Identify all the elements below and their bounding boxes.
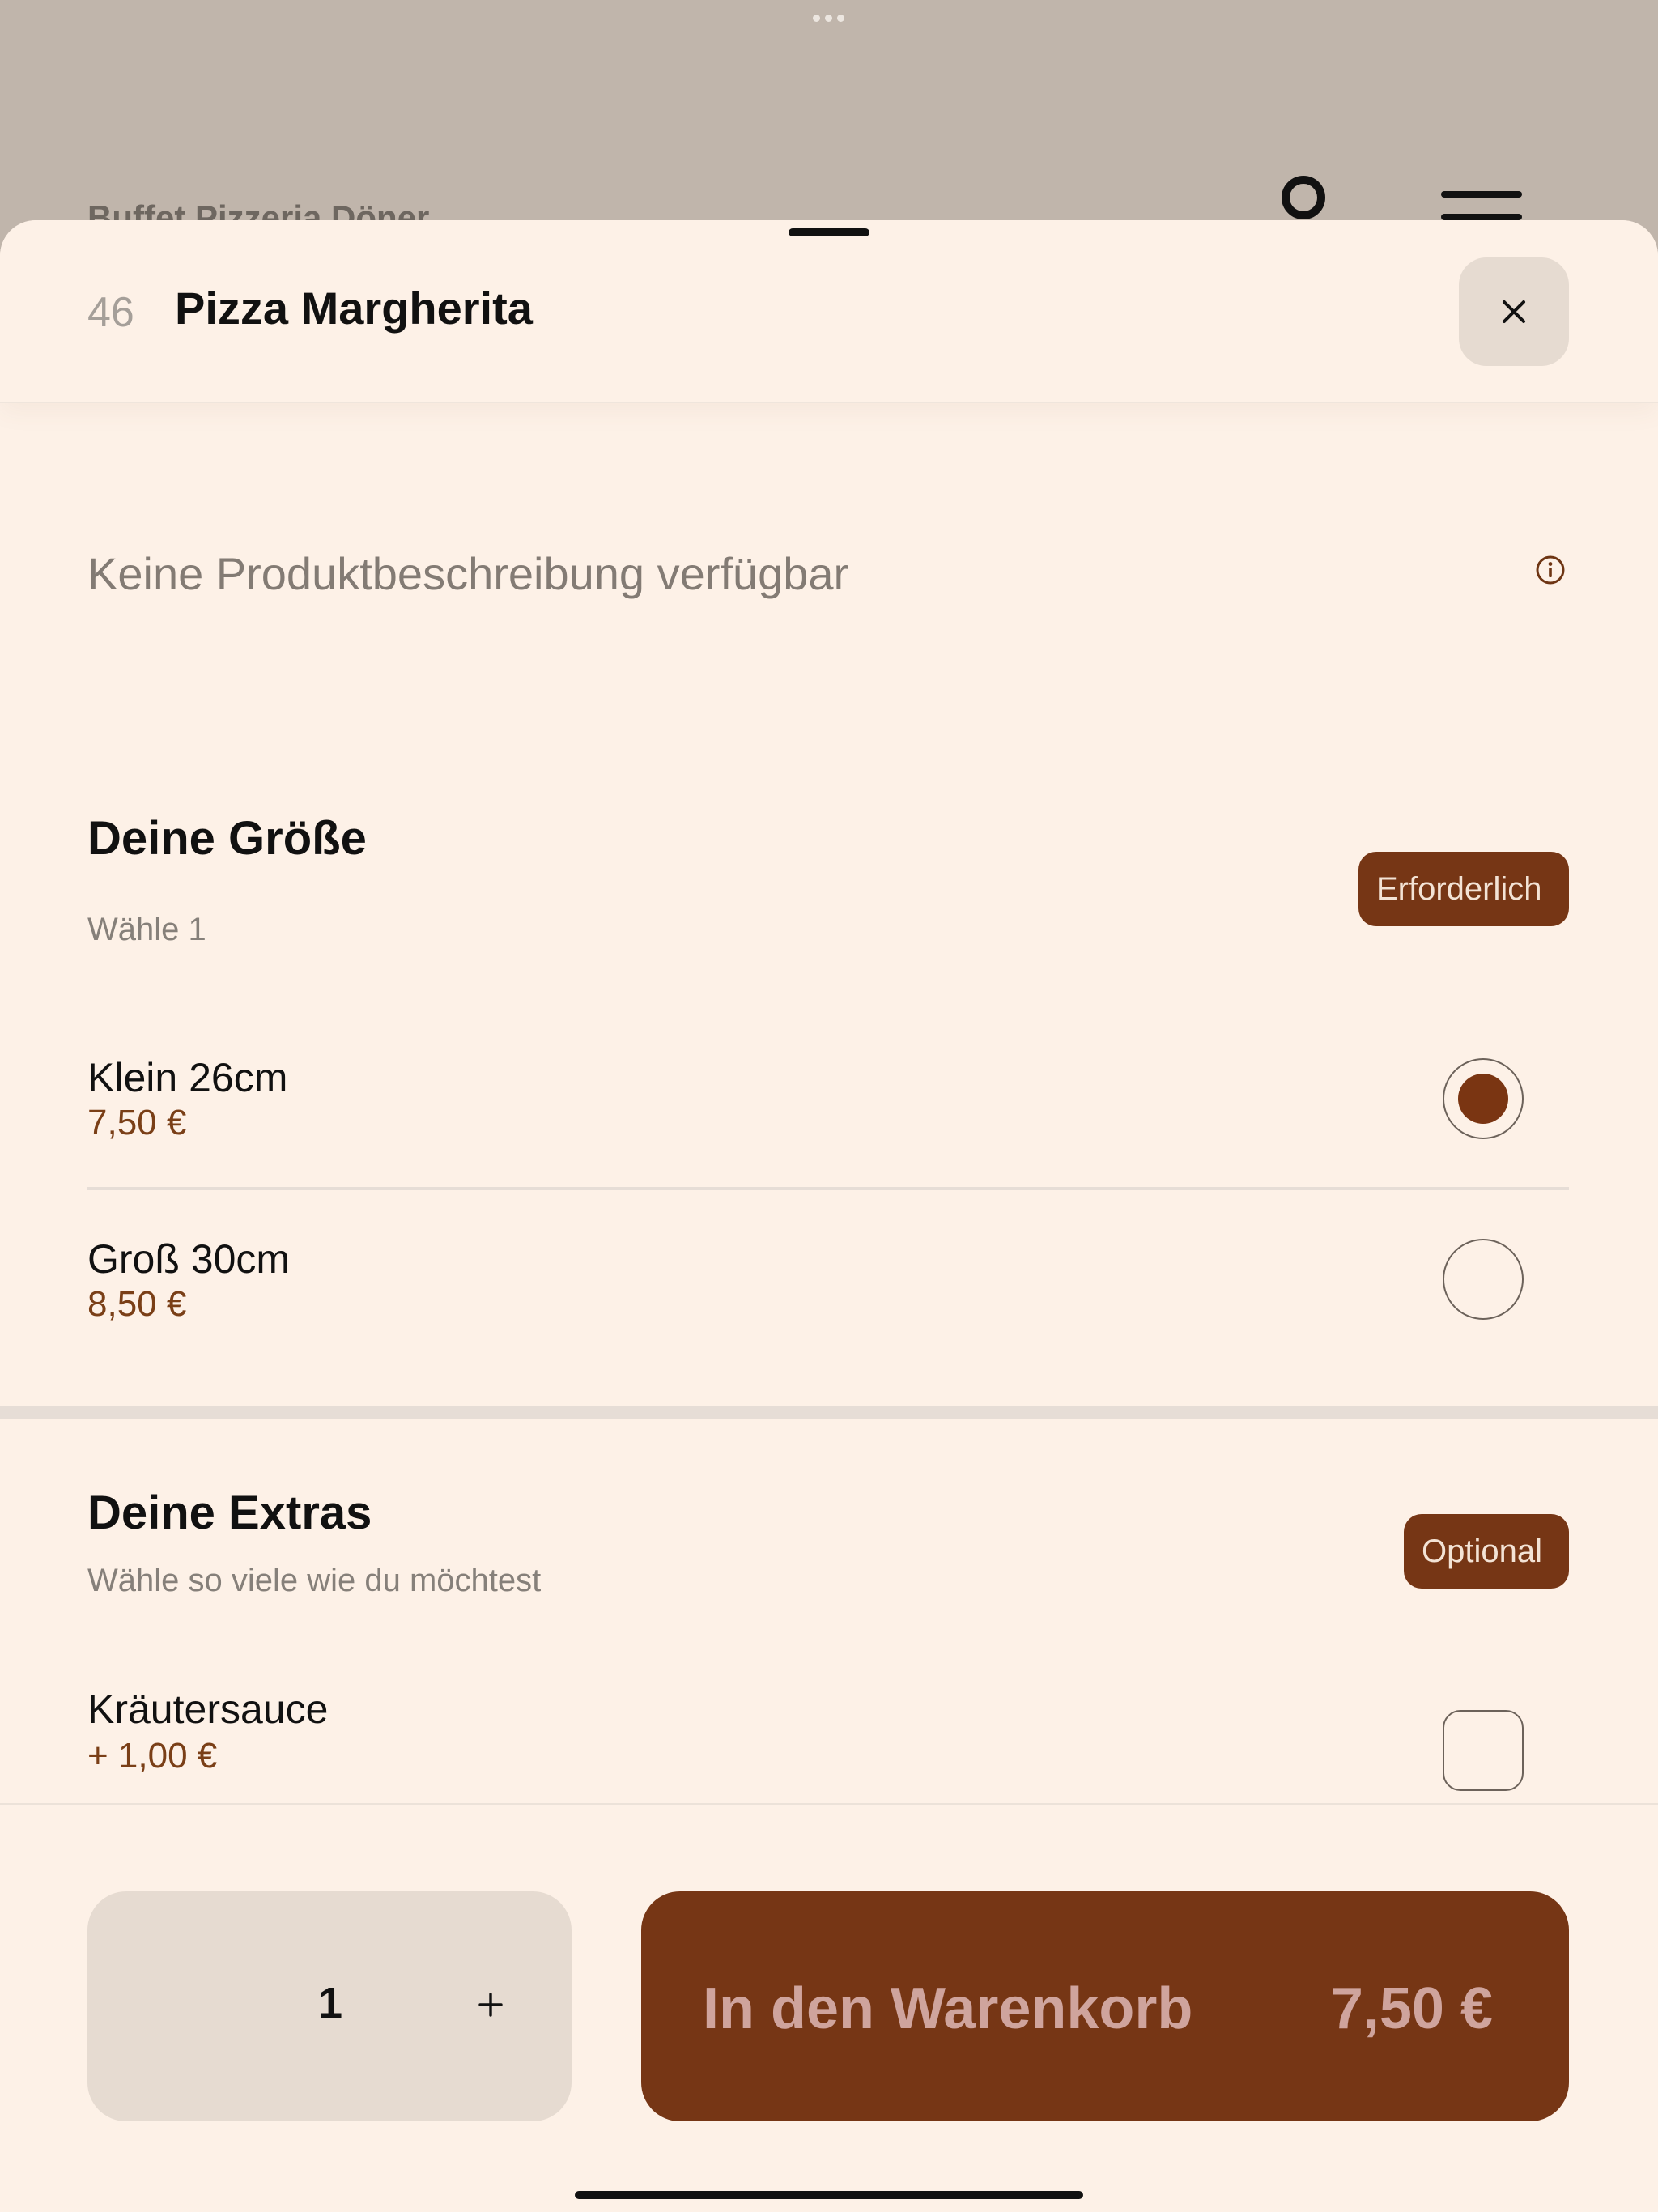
section-separator bbox=[0, 1406, 1658, 1419]
menu-icon[interactable] bbox=[1441, 191, 1522, 223]
home-indicator[interactable] bbox=[575, 2191, 1083, 2199]
close-icon bbox=[1503, 300, 1525, 323]
option-price: + 1,00 € bbox=[87, 1736, 218, 1776]
option-price: 8,50 € bbox=[87, 1284, 187, 1324]
plus-icon bbox=[478, 1993, 503, 2017]
multitasking-dots-icon[interactable] bbox=[813, 15, 844, 22]
size-section-subtitle: Wähle 1 bbox=[87, 912, 206, 947]
option-name: Klein 26cm bbox=[87, 1055, 288, 1100]
option-price: 7,50 € bbox=[87, 1103, 187, 1142]
sheet-header: 46 Pizza Margherita bbox=[0, 220, 1658, 403]
sheet-footer: 1 In den Warenkorb 7,50 € bbox=[0, 1803, 1658, 2212]
size-radio-small[interactable] bbox=[1443, 1058, 1524, 1139]
item-number: 46 bbox=[87, 289, 134, 336]
sheet-grabber[interactable] bbox=[789, 228, 869, 236]
add-to-cart-button[interactable]: In den Warenkorb 7,50 € bbox=[641, 1891, 1569, 2121]
quantity-stepper: 1 bbox=[87, 1891, 572, 2121]
size-radio-large[interactable] bbox=[1443, 1239, 1524, 1320]
option-name: Kräutersauce bbox=[87, 1687, 329, 1732]
product-description: Keine Produktbeschreibung verfügbar bbox=[87, 548, 849, 599]
item-title: Pizza Margherita bbox=[175, 283, 533, 334]
divider bbox=[87, 1187, 1569, 1190]
close-button[interactable] bbox=[1459, 257, 1569, 366]
cart-total-price: 7,50 € bbox=[1330, 1976, 1493, 2041]
extras-section-subtitle: Wähle so viele wie du möchtest bbox=[87, 1563, 542, 1598]
add-to-cart-label: In den Warenkorb bbox=[703, 1976, 1193, 2041]
user-icon[interactable] bbox=[1281, 175, 1326, 220]
required-badge: Erforderlich bbox=[1358, 852, 1569, 926]
info-icon[interactable] bbox=[1535, 555, 1566, 585]
quantity-value: 1 bbox=[317, 1979, 343, 2027]
extra-checkbox-kraeutersauce[interactable] bbox=[1443, 1710, 1524, 1791]
increase-quantity-button[interactable] bbox=[450, 1964, 531, 2045]
extras-section-title: Deine Extras bbox=[87, 1487, 372, 1539]
product-sheet: 46 Pizza Margherita Keine Produktbeschre… bbox=[0, 220, 1658, 2212]
option-name: Groß 30cm bbox=[87, 1236, 291, 1282]
optional-badge: Optional bbox=[1404, 1514, 1569, 1589]
size-section-title: Deine Größe bbox=[87, 812, 367, 865]
